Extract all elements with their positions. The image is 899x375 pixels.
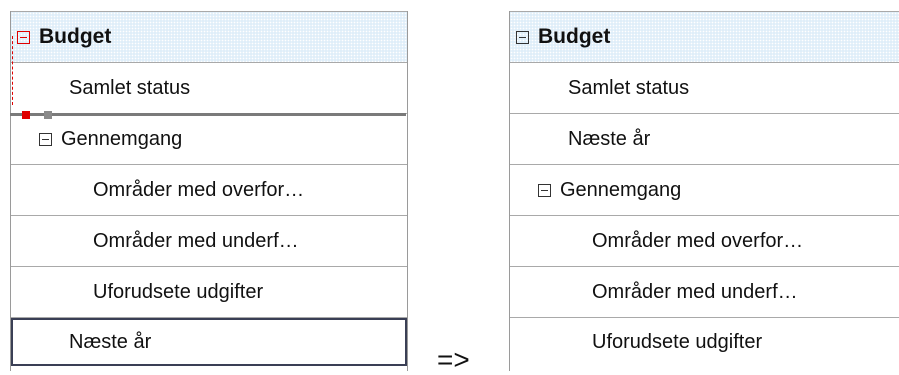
tree-row-samlet-status[interactable]: Samlet status	[510, 63, 899, 114]
tree-row-underforbrug[interactable]: Områder med underf…	[11, 216, 407, 267]
tree-row-label: Samlet status	[568, 76, 690, 99]
drop-target-line	[10, 113, 406, 116]
tree-row-gennemgang[interactable]: Gennemgang	[11, 114, 407, 165]
tree-row-label: Områder med underf…	[93, 229, 299, 252]
tree-row-label: Gennemgang	[61, 127, 183, 150]
drop-level-marker-icon	[22, 111, 30, 119]
transition-arrow: =>	[437, 344, 470, 375]
tree-row-overforbrug[interactable]: Områder med overfor…	[510, 216, 899, 267]
tree-row-budget[interactable]: Budget	[11, 11, 407, 63]
tree-row-samlet-status[interactable]: Samlet status	[11, 63, 407, 114]
collapse-toggle-icon[interactable]	[39, 132, 52, 146]
tree-row-label: Næste år	[568, 127, 651, 150]
collapse-toggle-icon[interactable]	[17, 30, 30, 44]
tree-row-label: Næste år	[69, 330, 152, 353]
tree-row-label: Områder med overfor…	[93, 178, 305, 201]
tree-row-label: Samlet status	[69, 76, 191, 99]
drag-guide-line	[12, 36, 13, 105]
tree-row-naeste-aar-dragged[interactable]: Næste år	[11, 318, 407, 366]
collapse-toggle-icon[interactable]	[538, 183, 551, 197]
tree-row-label: Budget	[39, 25, 112, 48]
tree-row-label: Områder med overfor…	[592, 229, 804, 252]
tree-row-uforudsete[interactable]: Uforudsete udgifter	[11, 267, 407, 318]
collapse-toggle-icon[interactable]	[516, 30, 529, 44]
tree-row-uforudsete[interactable]: Uforudsete udgifter	[510, 318, 899, 366]
tree-row-naeste-aar[interactable]: Næste år	[510, 114, 899, 165]
tree-row-label: Områder med underf…	[592, 280, 798, 303]
drop-position-marker-icon	[44, 111, 52, 119]
tree-row-label: Uforudsete udgifter	[592, 330, 763, 353]
tree-row-label: Gennemgang	[560, 178, 682, 201]
tree-before: Budget Samlet status Gennemgang Områder …	[10, 11, 408, 371]
tree-row-budget[interactable]: Budget	[510, 11, 899, 63]
tree-row-gennemgang[interactable]: Gennemgang	[510, 165, 899, 216]
tree-after: Budget Samlet status Næste år Gennemgang…	[509, 11, 899, 371]
tree-row-underforbrug[interactable]: Områder med underf…	[510, 267, 899, 318]
tree-row-overforbrug[interactable]: Områder med overfor…	[11, 165, 407, 216]
tree-row-label: Uforudsete udgifter	[93, 280, 264, 303]
tree-row-label: Budget	[538, 25, 611, 48]
